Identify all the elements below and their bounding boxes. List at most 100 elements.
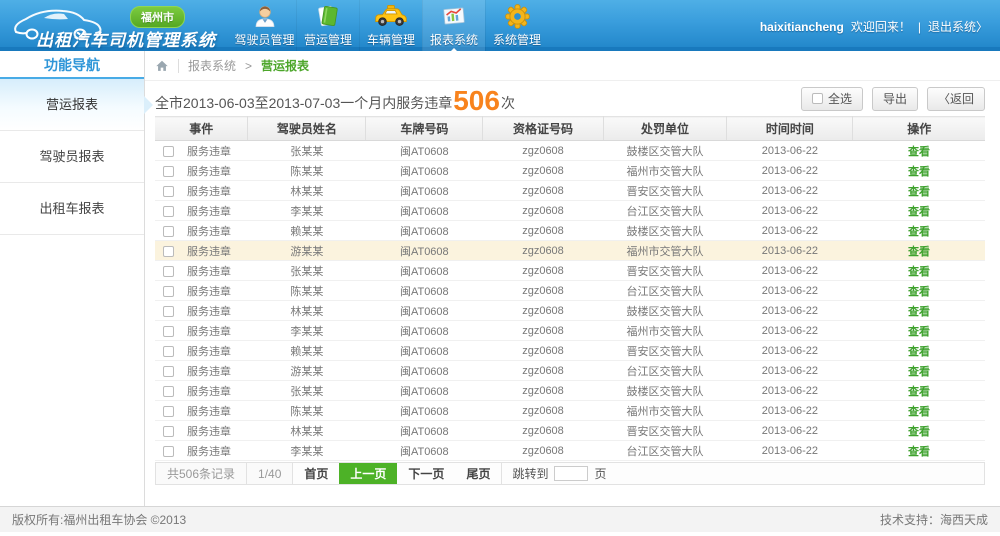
- cert-cell: zgz0608: [483, 301, 603, 321]
- unit-cell: 鼓楼区交管大队: [603, 381, 727, 401]
- sidebar-item-operations-report[interactable]: 营运报表: [0, 79, 144, 131]
- driver-name-cell: 陈某某: [248, 281, 366, 301]
- view-link[interactable]: 查看: [908, 366, 930, 378]
- table-row: 服务违章 游某某 闽AT0608 zgz0608 台江区交管大队 2013-06…: [155, 361, 985, 381]
- date-cell: 2013-06-22: [727, 181, 853, 201]
- view-link[interactable]: 查看: [908, 146, 930, 158]
- date-cell: 2013-06-22: [727, 241, 853, 261]
- date-cell: 2013-06-22: [727, 361, 853, 381]
- report-icon: [440, 3, 468, 29]
- nav-tab-system-management[interactable]: 系统管理: [485, 0, 548, 51]
- table-row: 服务违章 张某某 闽AT0608 zgz0608 鼓楼区交管大队 2013-06…: [155, 381, 985, 401]
- unit-cell: 福州市交管大队: [603, 321, 727, 341]
- unit-cell: 晋安区交管大队: [603, 261, 727, 281]
- cert-cell: zgz0608: [483, 321, 603, 341]
- jump-suffix: 页: [594, 465, 606, 482]
- row-checkbox[interactable]: [163, 426, 174, 437]
- sidebar-item-taxi-report[interactable]: 出租车报表: [0, 183, 144, 235]
- nav-tab-vehicle-management[interactable]: 车辆管理: [359, 0, 422, 51]
- select-all-button[interactable]: 全选: [801, 87, 863, 111]
- row-checkbox[interactable]: [163, 386, 174, 397]
- home-icon[interactable]: [155, 59, 169, 73]
- view-link[interactable]: 查看: [908, 266, 930, 278]
- top-header: 出租汽车司机管理系统 福州市 驾驶员管理: [0, 0, 1000, 51]
- event-cell: 服务违章: [187, 206, 231, 218]
- event-cell: 服务违章: [187, 386, 231, 398]
- unit-cell: 晋安区交管大队: [603, 181, 727, 201]
- view-link[interactable]: 查看: [908, 346, 930, 358]
- nav-tab-operations-management[interactable]: 营运管理: [296, 0, 359, 51]
- table-row: 服务违章 游某某 闽AT0608 zgz0608 福州市交管大队 2013-06…: [155, 241, 985, 261]
- row-checkbox[interactable]: [163, 246, 174, 257]
- page-jump-input[interactable]: [554, 466, 588, 481]
- violation-count: 506: [453, 85, 500, 116]
- vehicle-icon: [374, 3, 408, 29]
- plate-cell: 闽AT0608: [366, 261, 483, 281]
- breadcrumb-separator: >: [245, 59, 252, 73]
- event-cell: 服务违章: [187, 326, 231, 338]
- next-page-button[interactable]: 下一页: [397, 463, 455, 484]
- row-checkbox[interactable]: [163, 286, 174, 297]
- row-checkbox[interactable]: [163, 266, 174, 277]
- cert-cell: zgz0608: [483, 361, 603, 381]
- back-button[interactable]: 〈返回: [927, 87, 985, 111]
- view-link[interactable]: 查看: [908, 286, 930, 298]
- table-row: 服务违章 李某某 闽AT0608 zgz0608 福州市交管大队 2013-06…: [155, 321, 985, 341]
- export-button[interactable]: 导出: [872, 87, 918, 111]
- view-link[interactable]: 查看: [908, 246, 930, 258]
- row-checkbox[interactable]: [163, 366, 174, 377]
- row-checkbox[interactable]: [163, 186, 174, 197]
- view-link[interactable]: 查看: [908, 386, 930, 398]
- driver-name-cell: 赖某某: [248, 341, 366, 361]
- nav-tab-driver-management[interactable]: 驾驶员管理: [233, 0, 296, 51]
- copyright-text: 版权所有:福州出租车协会 ©2013: [12, 511, 186, 528]
- breadcrumb-current: 营运报表: [261, 57, 309, 74]
- last-page-button[interactable]: 尾页: [455, 463, 501, 484]
- view-link[interactable]: 查看: [908, 326, 930, 338]
- event-cell: 服务违章: [187, 426, 231, 438]
- driver-name-cell: 李某某: [248, 321, 366, 341]
- first-page-button[interactable]: 首页: [293, 463, 339, 484]
- view-link[interactable]: 查看: [908, 206, 930, 218]
- row-checkbox[interactable]: [163, 406, 174, 417]
- view-link[interactable]: 查看: [908, 226, 930, 238]
- event-cell: 服务违章: [187, 366, 231, 378]
- cert-cell: zgz0608: [483, 201, 603, 221]
- logo: 出租汽车司机管理系统 福州市: [0, 0, 230, 51]
- tech-support-text: 技术支持：海西天成: [880, 511, 988, 528]
- row-checkbox[interactable]: [163, 346, 174, 357]
- event-cell: 服务违章: [187, 166, 231, 178]
- table-row: 服务违章 李某某 闽AT0608 zgz0608 台江区交管大队 2013-06…: [155, 201, 985, 221]
- row-checkbox[interactable]: [163, 326, 174, 337]
- row-checkbox[interactable]: [163, 166, 174, 177]
- table-row: 服务违章 林某某 闽AT0608 zgz0608 晋安区交管大队 2013-06…: [155, 421, 985, 441]
- col-header-time: 时间时间: [727, 117, 853, 141]
- unit-cell: 福州市交管大队: [603, 241, 727, 261]
- logout-link[interactable]: 退出系统〉: [928, 18, 988, 35]
- sidebar-item-driver-report[interactable]: 驾驶员报表: [0, 131, 144, 183]
- cert-cell: zgz0608: [483, 221, 603, 241]
- view-link[interactable]: 查看: [908, 406, 930, 418]
- row-checkbox[interactable]: [163, 446, 174, 457]
- view-link[interactable]: 查看: [908, 186, 930, 198]
- nav-tab-report-system[interactable]: 报表系统: [422, 0, 485, 51]
- select-all-checkbox[interactable]: [812, 93, 823, 104]
- view-link[interactable]: 查看: [908, 426, 930, 438]
- prev-page-button[interactable]: 上一页: [339, 463, 397, 484]
- date-cell: 2013-06-22: [727, 381, 853, 401]
- system-icon: [504, 3, 531, 29]
- plate-cell: 闽AT0608: [366, 321, 483, 341]
- row-checkbox[interactable]: [163, 226, 174, 237]
- page-jump-group: 跳转到 页: [501, 463, 616, 484]
- view-link[interactable]: 查看: [908, 166, 930, 178]
- row-checkbox[interactable]: [163, 146, 174, 157]
- date-cell: 2013-06-22: [727, 401, 853, 421]
- cert-cell: zgz0608: [483, 421, 603, 441]
- breadcrumb-parent[interactable]: 报表系统: [188, 57, 236, 74]
- date-cell: 2013-06-22: [727, 221, 853, 241]
- row-checkbox[interactable]: [163, 206, 174, 217]
- view-link[interactable]: 查看: [908, 306, 930, 318]
- event-cell: 服务违章: [187, 306, 231, 318]
- row-checkbox[interactable]: [163, 306, 174, 317]
- view-link[interactable]: 查看: [908, 446, 930, 458]
